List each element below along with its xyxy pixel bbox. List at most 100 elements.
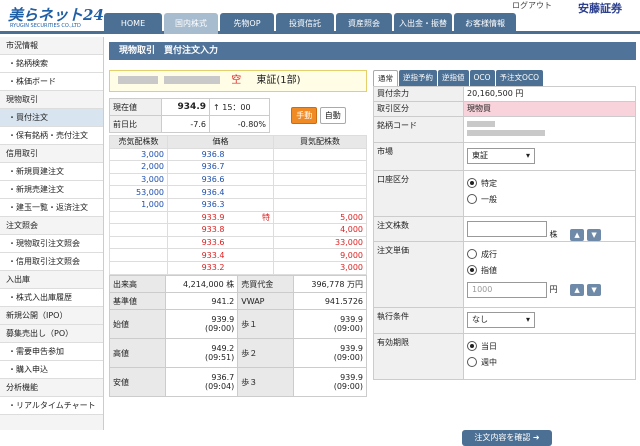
- sidebar-item[interactable]: ・購入申込: [0, 361, 103, 379]
- expiry-week-radio[interactable]: 週中: [467, 354, 632, 370]
- condition-select[interactable]: なし ▾: [467, 312, 535, 328]
- book-price[interactable]: 936.3: [167, 197, 228, 212]
- step3-price: 939.9: [340, 373, 363, 382]
- book-price[interactable]: 936.6: [167, 172, 228, 187]
- order-tab-1[interactable]: 逆指予約: [399, 70, 437, 86]
- book-price[interactable]: 933.8: [167, 223, 228, 237]
- book-price[interactable]: 933.4: [167, 248, 228, 262]
- account-tokutei-label: 特定: [481, 178, 497, 188]
- sidebar-item[interactable]: ・株価ボード: [0, 73, 103, 91]
- buying-power-label: 買付余力: [373, 86, 464, 102]
- book-price[interactable]: 933.2: [167, 260, 228, 275]
- sidebar-item[interactable]: ・新規売建注文: [0, 181, 103, 199]
- book-price[interactable]: 936.8: [167, 147, 228, 162]
- stats-table: 出来高 4,214,000 株 売買代金 396,778 万円 基準値 941.…: [109, 275, 367, 397]
- vwap-value: 941.5726: [293, 292, 367, 310]
- price-label: 注文単価: [373, 241, 464, 308]
- book-price[interactable]: 933.6: [167, 235, 228, 250]
- board-row: 53,000 936.4: [109, 185, 367, 199]
- special-quote-mark: [227, 160, 274, 174]
- trade-type: 現物買: [463, 101, 636, 117]
- price-up-icon[interactable]: ▲: [570, 284, 585, 296]
- price-input[interactable]: 1000: [467, 282, 547, 298]
- code-label: 銘柄コード: [373, 116, 464, 143]
- market-select[interactable]: 東証 ▾: [467, 148, 535, 164]
- nav-tab-3[interactable]: 投資信託: [276, 13, 334, 34]
- nav-tab-5[interactable]: 入出金・振替: [394, 13, 452, 34]
- sidebar-item[interactable]: ・リアルタイムチャート: [0, 397, 103, 415]
- sidebar-item[interactable]: ・保有銘柄・売付注文: [0, 127, 103, 145]
- short-sell-mark: 空: [231, 75, 242, 86]
- logout-link[interactable]: ログアウト: [512, 0, 552, 11]
- account-ippan-radio[interactable]: 一般: [467, 191, 632, 207]
- buy-qty: 9,000: [273, 248, 367, 262]
- sell-qty: 53,000: [109, 185, 168, 199]
- open-label: 始値: [109, 309, 166, 339]
- sell-qty: [109, 248, 168, 262]
- change-label: 前日比: [109, 115, 162, 133]
- sidebar-category: 現物取引: [0, 91, 103, 109]
- limit-order-radio[interactable]: 指値: [467, 262, 632, 278]
- buy-qty: [273, 160, 367, 174]
- sidebar-item[interactable]: ・銘柄検索: [0, 55, 103, 73]
- buy-qty: 33,000: [273, 235, 367, 250]
- quantity-up-icon[interactable]: ▲: [570, 229, 585, 241]
- quantity-down-icon[interactable]: ▼: [587, 229, 602, 241]
- nav-tab-4[interactable]: 資産照会: [336, 13, 392, 34]
- nav-tab-2[interactable]: 先物OP: [220, 13, 274, 34]
- nav-tab-0[interactable]: HOME: [104, 13, 162, 34]
- sidebar-category: 信用取引: [0, 145, 103, 163]
- order-tab-3[interactable]: OCO: [469, 70, 495, 86]
- open-price: 939.9: [211, 315, 235, 324]
- auto-refresh-button[interactable]: 自動: [319, 107, 346, 124]
- market-order-radio[interactable]: 成行: [467, 246, 632, 262]
- sidebar-item[interactable]: ・建玉一覧・返済注文: [0, 199, 103, 217]
- board-header: 価格: [167, 135, 274, 149]
- sell-qty: [109, 223, 168, 237]
- redacted-name: [164, 76, 220, 84]
- order-form: 買付余力 20,160,500 円 取引区分 現物買 銘柄コード 市場 東証 ▾ …: [373, 86, 636, 380]
- sell-qty: 3,000: [109, 172, 168, 187]
- market-name: 東証(1部): [256, 75, 301, 86]
- high-time: (09:51): [204, 353, 235, 362]
- nav-tab-6[interactable]: お客様情報: [454, 13, 516, 34]
- book-price[interactable]: 933.9: [167, 210, 228, 225]
- step1-price: 939.9: [340, 315, 363, 324]
- sell-qty: [109, 235, 168, 250]
- account-tokutei-radio[interactable]: 特定: [467, 175, 632, 191]
- sidebar-item[interactable]: ・新規買建注文: [0, 163, 103, 181]
- order-tab-0[interactable]: 通常: [373, 70, 398, 86]
- up-arrow-icon: ↑: [213, 102, 220, 112]
- radio-unchecked-icon: [467, 194, 477, 204]
- sidebar-item[interactable]: ・株式入出庫履歴: [0, 289, 103, 307]
- book-price[interactable]: 936.7: [167, 160, 228, 174]
- nav-tab-1[interactable]: 国内株式: [164, 13, 218, 34]
- confirm-order-button[interactable]: 注文内容を確認 ➜: [462, 430, 552, 446]
- expiry-today-radio[interactable]: 当日: [467, 338, 632, 354]
- sidebar-item[interactable]: ・現物取引注文照会: [0, 235, 103, 253]
- user-name: 安藤証券: [578, 2, 622, 15]
- redacted-name: [467, 130, 545, 136]
- current-price: 934.9: [161, 98, 210, 116]
- step1-time: (09:00): [333, 324, 363, 333]
- quantity-input[interactable]: [467, 221, 547, 237]
- book-price[interactable]: 936.4: [167, 185, 228, 199]
- special-quote-mark: [227, 147, 274, 162]
- special-quote-mark: [227, 248, 274, 262]
- redacted-code: [118, 76, 158, 84]
- brand-logo[interactable]: 美らネット24: [8, 4, 104, 25]
- quote-time: 15：00: [222, 102, 251, 112]
- order-panel: 通常 逆指予約 逆指値 OCO 予注文OCO 買付余力 20,160,500 円 取引区…: [373, 70, 636, 446]
- sidebar-category: 入出庫: [0, 271, 103, 289]
- sidebar-item[interactable]: ・需要申告参加: [0, 343, 103, 361]
- condition-label: 執行条件: [373, 307, 464, 334]
- manual-refresh-button[interactable]: 手動: [291, 107, 318, 124]
- sidebar-item[interactable]: ・買付注文: [0, 109, 103, 127]
- vwap-label: VWAP: [237, 292, 295, 310]
- order-tab-2[interactable]: 逆指値: [438, 70, 469, 86]
- price-down-icon[interactable]: ▼: [587, 284, 602, 296]
- order-tab-4[interactable]: 予注文OCO: [495, 70, 544, 86]
- step2-label: 歩２: [237, 338, 295, 368]
- buy-qty: [273, 172, 367, 187]
- sidebar-item[interactable]: ・信用取引注文照会: [0, 253, 103, 271]
